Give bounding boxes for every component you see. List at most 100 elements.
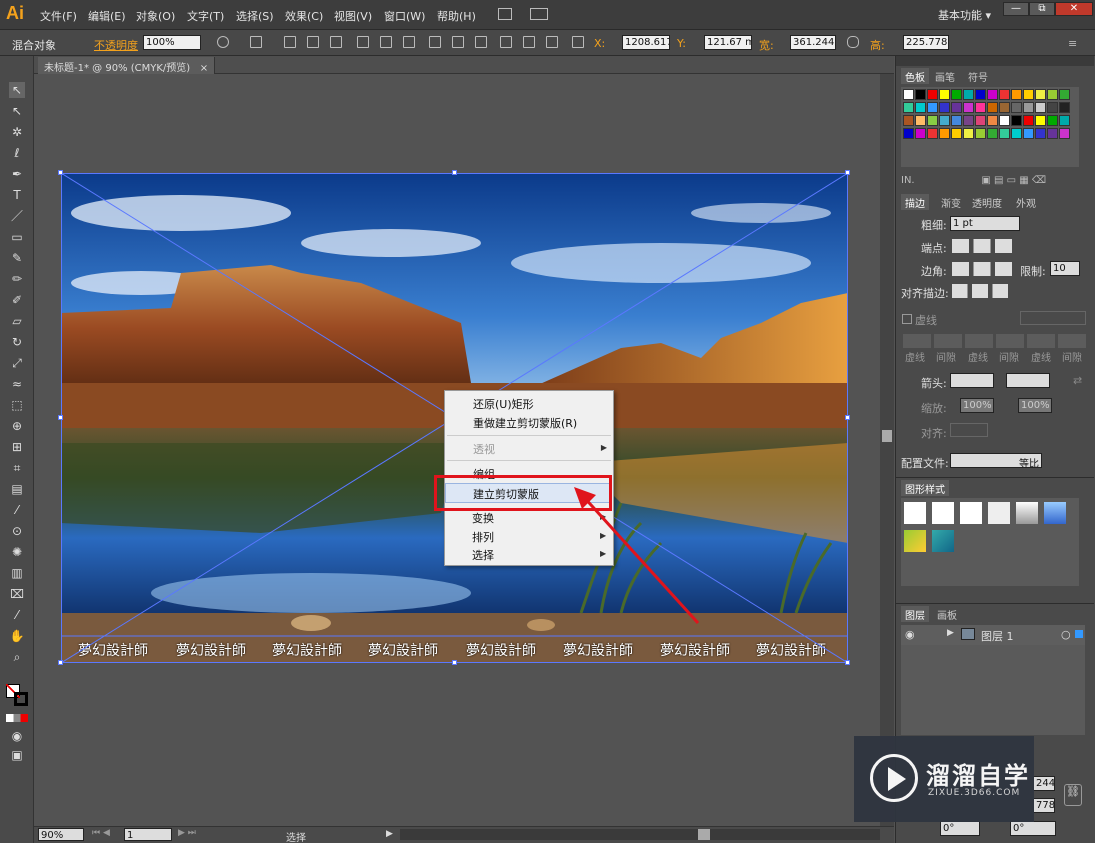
menu-item-transform[interactable]: 变换 <box>472 510 494 526</box>
color-swatch[interactable] <box>939 128 950 139</box>
lasso-tool-icon[interactable]: ℓ <box>9 145 25 161</box>
rotate-tool-icon[interactable]: ↻ <box>9 334 25 350</box>
color-swatch[interactable] <box>915 89 926 100</box>
style-swatch[interactable] <box>932 502 954 524</box>
color-swatch[interactable] <box>1011 115 1022 126</box>
zoom-field[interactable]: 90% <box>38 828 84 841</box>
drawing-mode-icon[interactable]: ◉ <box>9 728 25 744</box>
color-swatch[interactable] <box>927 128 938 139</box>
eyedropper-tool-icon[interactable]: ⁄ <box>9 502 25 518</box>
color-swatch[interactable] <box>903 102 914 113</box>
color-swatch[interactable] <box>1059 115 1070 126</box>
transform-reference-icon[interactable] <box>572 36 584 48</box>
tab-brushes[interactable]: 画笔 <box>931 68 959 84</box>
color-swatch[interactable] <box>1011 128 1022 139</box>
align-right-icon[interactable] <box>330 36 342 48</box>
color-swatch[interactable] <box>1011 89 1022 100</box>
end-scale-field[interactable]: 100% <box>1018 398 1052 413</box>
resize-handle[interactable] <box>845 415 850 420</box>
color-swatch[interactable] <box>1047 89 1058 100</box>
document-tab[interactable]: 未标题-1* @ 90% (CMYK/预览) × <box>38 57 216 74</box>
style-swatch[interactable] <box>1044 502 1066 524</box>
end-arrowhead-select[interactable] <box>1006 373 1050 388</box>
menu-item-select[interactable]: 选择 <box>472 547 494 563</box>
bridge-icon[interactable] <box>498 8 512 20</box>
align-bottom-icon[interactable] <box>403 36 415 48</box>
color-swatch[interactable] <box>999 89 1010 100</box>
perspective-grid-tool-icon[interactable]: ⊞ <box>9 439 25 455</box>
tab-graphic-styles[interactable]: 图形样式 <box>901 480 949 496</box>
resize-handle[interactable] <box>845 660 850 665</box>
tab-symbols[interactable]: 符号 <box>964 68 992 84</box>
menu-help[interactable]: 帮助(H) <box>437 8 476 24</box>
color-swatch[interactable] <box>975 89 986 100</box>
pencil-tool-icon[interactable]: ✏ <box>9 271 25 287</box>
menu-edit[interactable]: 编辑(E) <box>88 8 126 24</box>
graphic-styles-grid[interactable] <box>901 498 1079 586</box>
profile-select[interactable]: 等比 <box>950 453 1042 468</box>
transform-field[interactable]: 244 <box>1033 776 1055 791</box>
x-field[interactable]: 1208.617 <box>622 35 670 50</box>
stroke-color-icon[interactable] <box>14 692 28 706</box>
color-swatch[interactable] <box>1047 128 1058 139</box>
color-swatch[interactable] <box>1023 128 1034 139</box>
swatch-grid[interactable] <box>901 87 1079 167</box>
color-swatch[interactable] <box>1035 102 1046 113</box>
swap-arrowheads-icon[interactable]: ⇄ <box>1073 374 1082 387</box>
rectangle-tool-icon[interactable]: ▭ <box>9 229 25 245</box>
menu-object[interactable]: 对象(O) <box>136 8 175 24</box>
color-swatch[interactable] <box>963 102 974 113</box>
magic-wand-tool-icon[interactable]: ✲ <box>9 124 25 140</box>
color-swatch[interactable] <box>1023 102 1034 113</box>
constrain-icon[interactable]: ⛓ <box>1064 784 1082 806</box>
distribute-right-icon[interactable] <box>546 36 558 48</box>
color-swatch[interactable] <box>915 115 926 126</box>
height-field[interactable]: 225.778 <box>903 35 949 50</box>
color-swatch[interactable] <box>927 89 938 100</box>
align-options-icon[interactable] <box>250 36 262 48</box>
cap-buttons[interactable] <box>952 239 1012 253</box>
prev-artboard-icons[interactable]: ⏮ ◀ <box>92 828 110 838</box>
column-graph-tool-icon[interactable]: ▥ <box>9 565 25 581</box>
color-swatch[interactable] <box>951 102 962 113</box>
color-swatch[interactable] <box>927 102 938 113</box>
align-vcenter-icon[interactable] <box>380 36 392 48</box>
color-swatch[interactable] <box>903 115 914 126</box>
menu-item-undo[interactable]: 还原(U)矩形 <box>473 396 534 412</box>
control-panel-menu-icon[interactable]: ≡ <box>1068 37 1077 50</box>
minimize-button[interactable]: — <box>1003 2 1029 16</box>
color-swatch[interactable] <box>903 89 914 100</box>
color-swatch[interactable] <box>975 128 986 139</box>
align-stroke-buttons[interactable] <box>952 284 1008 298</box>
selection-tool-icon[interactable]: ↖ <box>9 82 25 98</box>
zoom-tool-icon[interactable]: ⌕ <box>9 649 25 665</box>
color-mode-icons[interactable] <box>6 714 28 722</box>
menu-view[interactable]: 视图(V) <box>334 8 372 24</box>
vertical-scroll-thumb[interactable] <box>882 430 892 442</box>
opacity-field[interactable]: 100% <box>143 35 201 50</box>
color-swatch[interactable] <box>963 128 974 139</box>
style-swatch[interactable] <box>1016 502 1038 524</box>
screen-mode-icon[interactable]: ▣ <box>9 747 25 763</box>
dash-style-buttons[interactable] <box>1020 311 1086 325</box>
swatch-panel-footer-icons[interactable]: IN. ▣ ▤ ▭ ▦ ⌫ <box>901 175 1091 189</box>
distribute-top-icon[interactable] <box>429 36 441 48</box>
direct-selection-tool-icon[interactable]: ↖ <box>9 103 25 119</box>
mesh-tool-icon[interactable]: ⌗ <box>9 460 25 476</box>
opacity-link[interactable]: 不透明度 <box>94 37 138 53</box>
menu-type[interactable]: 文字(T) <box>187 8 224 24</box>
blob-brush-tool-icon[interactable]: ✐ <box>9 292 25 308</box>
dashed-line-checkbox[interactable] <box>902 314 912 324</box>
color-swatch[interactable] <box>939 89 950 100</box>
stroke-weight-field[interactable]: 1 pt <box>950 216 1020 231</box>
color-swatch[interactable] <box>987 89 998 100</box>
expand-arrow-icon[interactable]: ▶ <box>947 628 954 638</box>
corner-buttons[interactable] <box>952 262 1012 276</box>
horizontal-scrollbar[interactable] <box>400 829 880 840</box>
style-swatch[interactable] <box>904 502 926 524</box>
next-artboard-icons[interactable]: ▶ ⏭ <box>178 828 196 838</box>
tab-appearance[interactable]: 外观 <box>1012 194 1040 210</box>
color-swatch[interactable] <box>915 102 926 113</box>
distribute-left-icon[interactable] <box>500 36 512 48</box>
resize-handle[interactable] <box>58 415 63 420</box>
